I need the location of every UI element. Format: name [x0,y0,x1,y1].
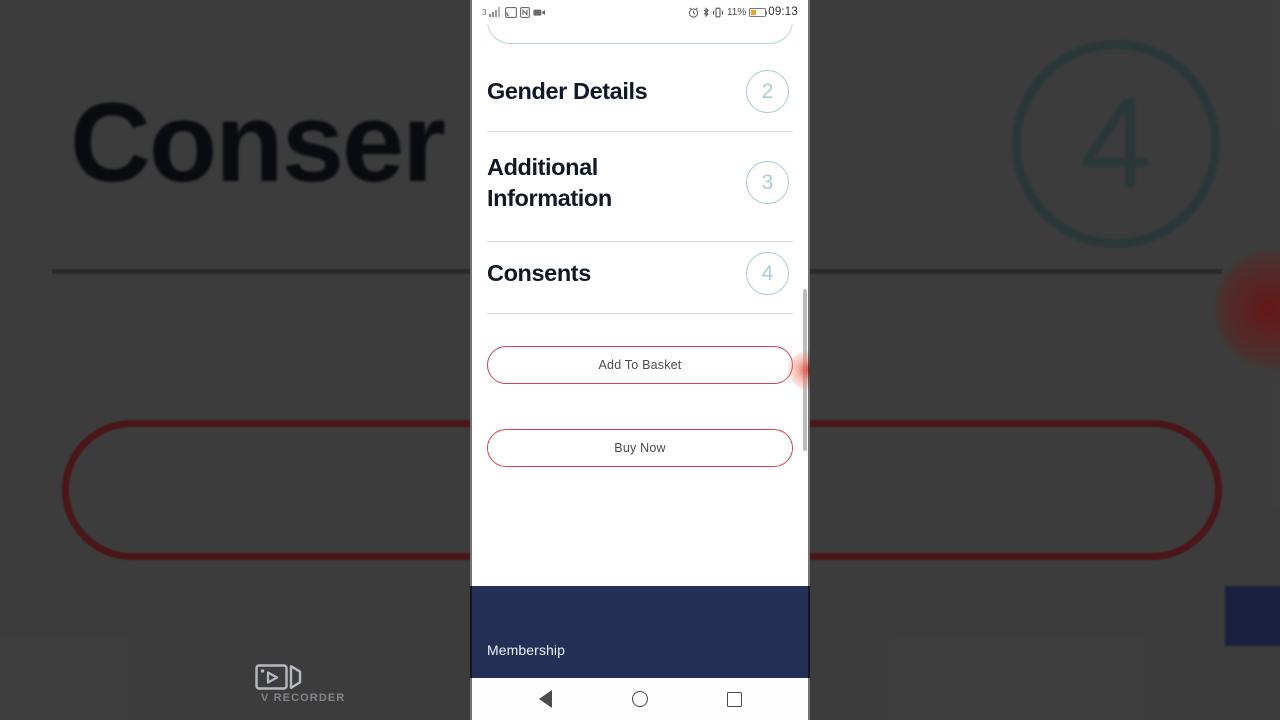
footer-label: Membership [487,642,566,658]
screen-recording-frame: Conser 4 3 11% 09:13 Gender Details 2 Ad… [0,0,1280,720]
alarm-icon [688,6,699,18]
home-button[interactable] [620,679,660,719]
accordion-item-label: Gender Details [487,78,648,105]
capture-edge-right [808,0,810,720]
background-step-badge: 4 [1012,40,1220,248]
button-spacer [487,384,793,429]
step-number-badge: 4 [746,252,789,295]
home-circle-icon [631,691,648,707]
partially-visible-input-above[interactable] [487,24,793,44]
form-content: Gender Details 2 Additional Information … [470,24,810,586]
add-to-basket-button[interactable]: Add To Basket [487,346,793,384]
background-footer-corner [1225,586,1280,646]
network-generation-label: 3 [482,7,487,17]
wifi-cast-icon [505,6,518,18]
accordion-item-consents[interactable]: Consents 4 [487,242,793,314]
vertical-scrollbar[interactable] [803,289,807,451]
signal-icon [489,7,502,17]
screen-record-icon [533,8,546,17]
accordion-item-label: Additional Information [487,154,612,211]
status-bar-left: 3 [482,6,546,18]
background-touch-indicator [1216,250,1280,368]
android-navigation-bar [470,678,810,720]
accordion-item-additional-information[interactable]: Additional Information 3 [487,132,793,242]
accordion-step-list: Gender Details 2 Additional Information … [487,24,793,314]
recents-square-icon [727,691,743,707]
step-number-badge: 2 [746,70,789,113]
background-page-title: Conser [70,80,446,205]
bluetooth-icon [702,6,710,18]
phone-screen: 3 11% 09:13 Gender Details 2 Additional … [470,0,810,720]
back-triangle-icon [538,690,552,708]
nfc-icon [520,6,531,18]
step-number-badge: 3 [746,161,789,204]
back-button[interactable] [525,679,565,719]
action-button-group: Add To Basket Buy Now [487,346,793,467]
footer-banner: Membership [470,586,810,678]
battery-icon [748,7,768,17]
buy-now-button[interactable]: Buy Now [487,429,793,467]
status-bar-right: 11% 09:13 [688,6,798,18]
background-step-badge-number: 4 [1080,72,1152,215]
accordion-item-label: Consents [487,260,591,287]
recents-button[interactable] [715,679,755,719]
accordion-item-gender-details[interactable]: Gender Details 2 [487,60,793,132]
vibrate-icon [712,7,724,18]
capture-edge-left [470,0,472,720]
battery-percent-label: 11% [726,6,747,18]
status-bar: 3 11% 09:13 [470,0,810,24]
clock-label: 09:13 [768,6,798,18]
